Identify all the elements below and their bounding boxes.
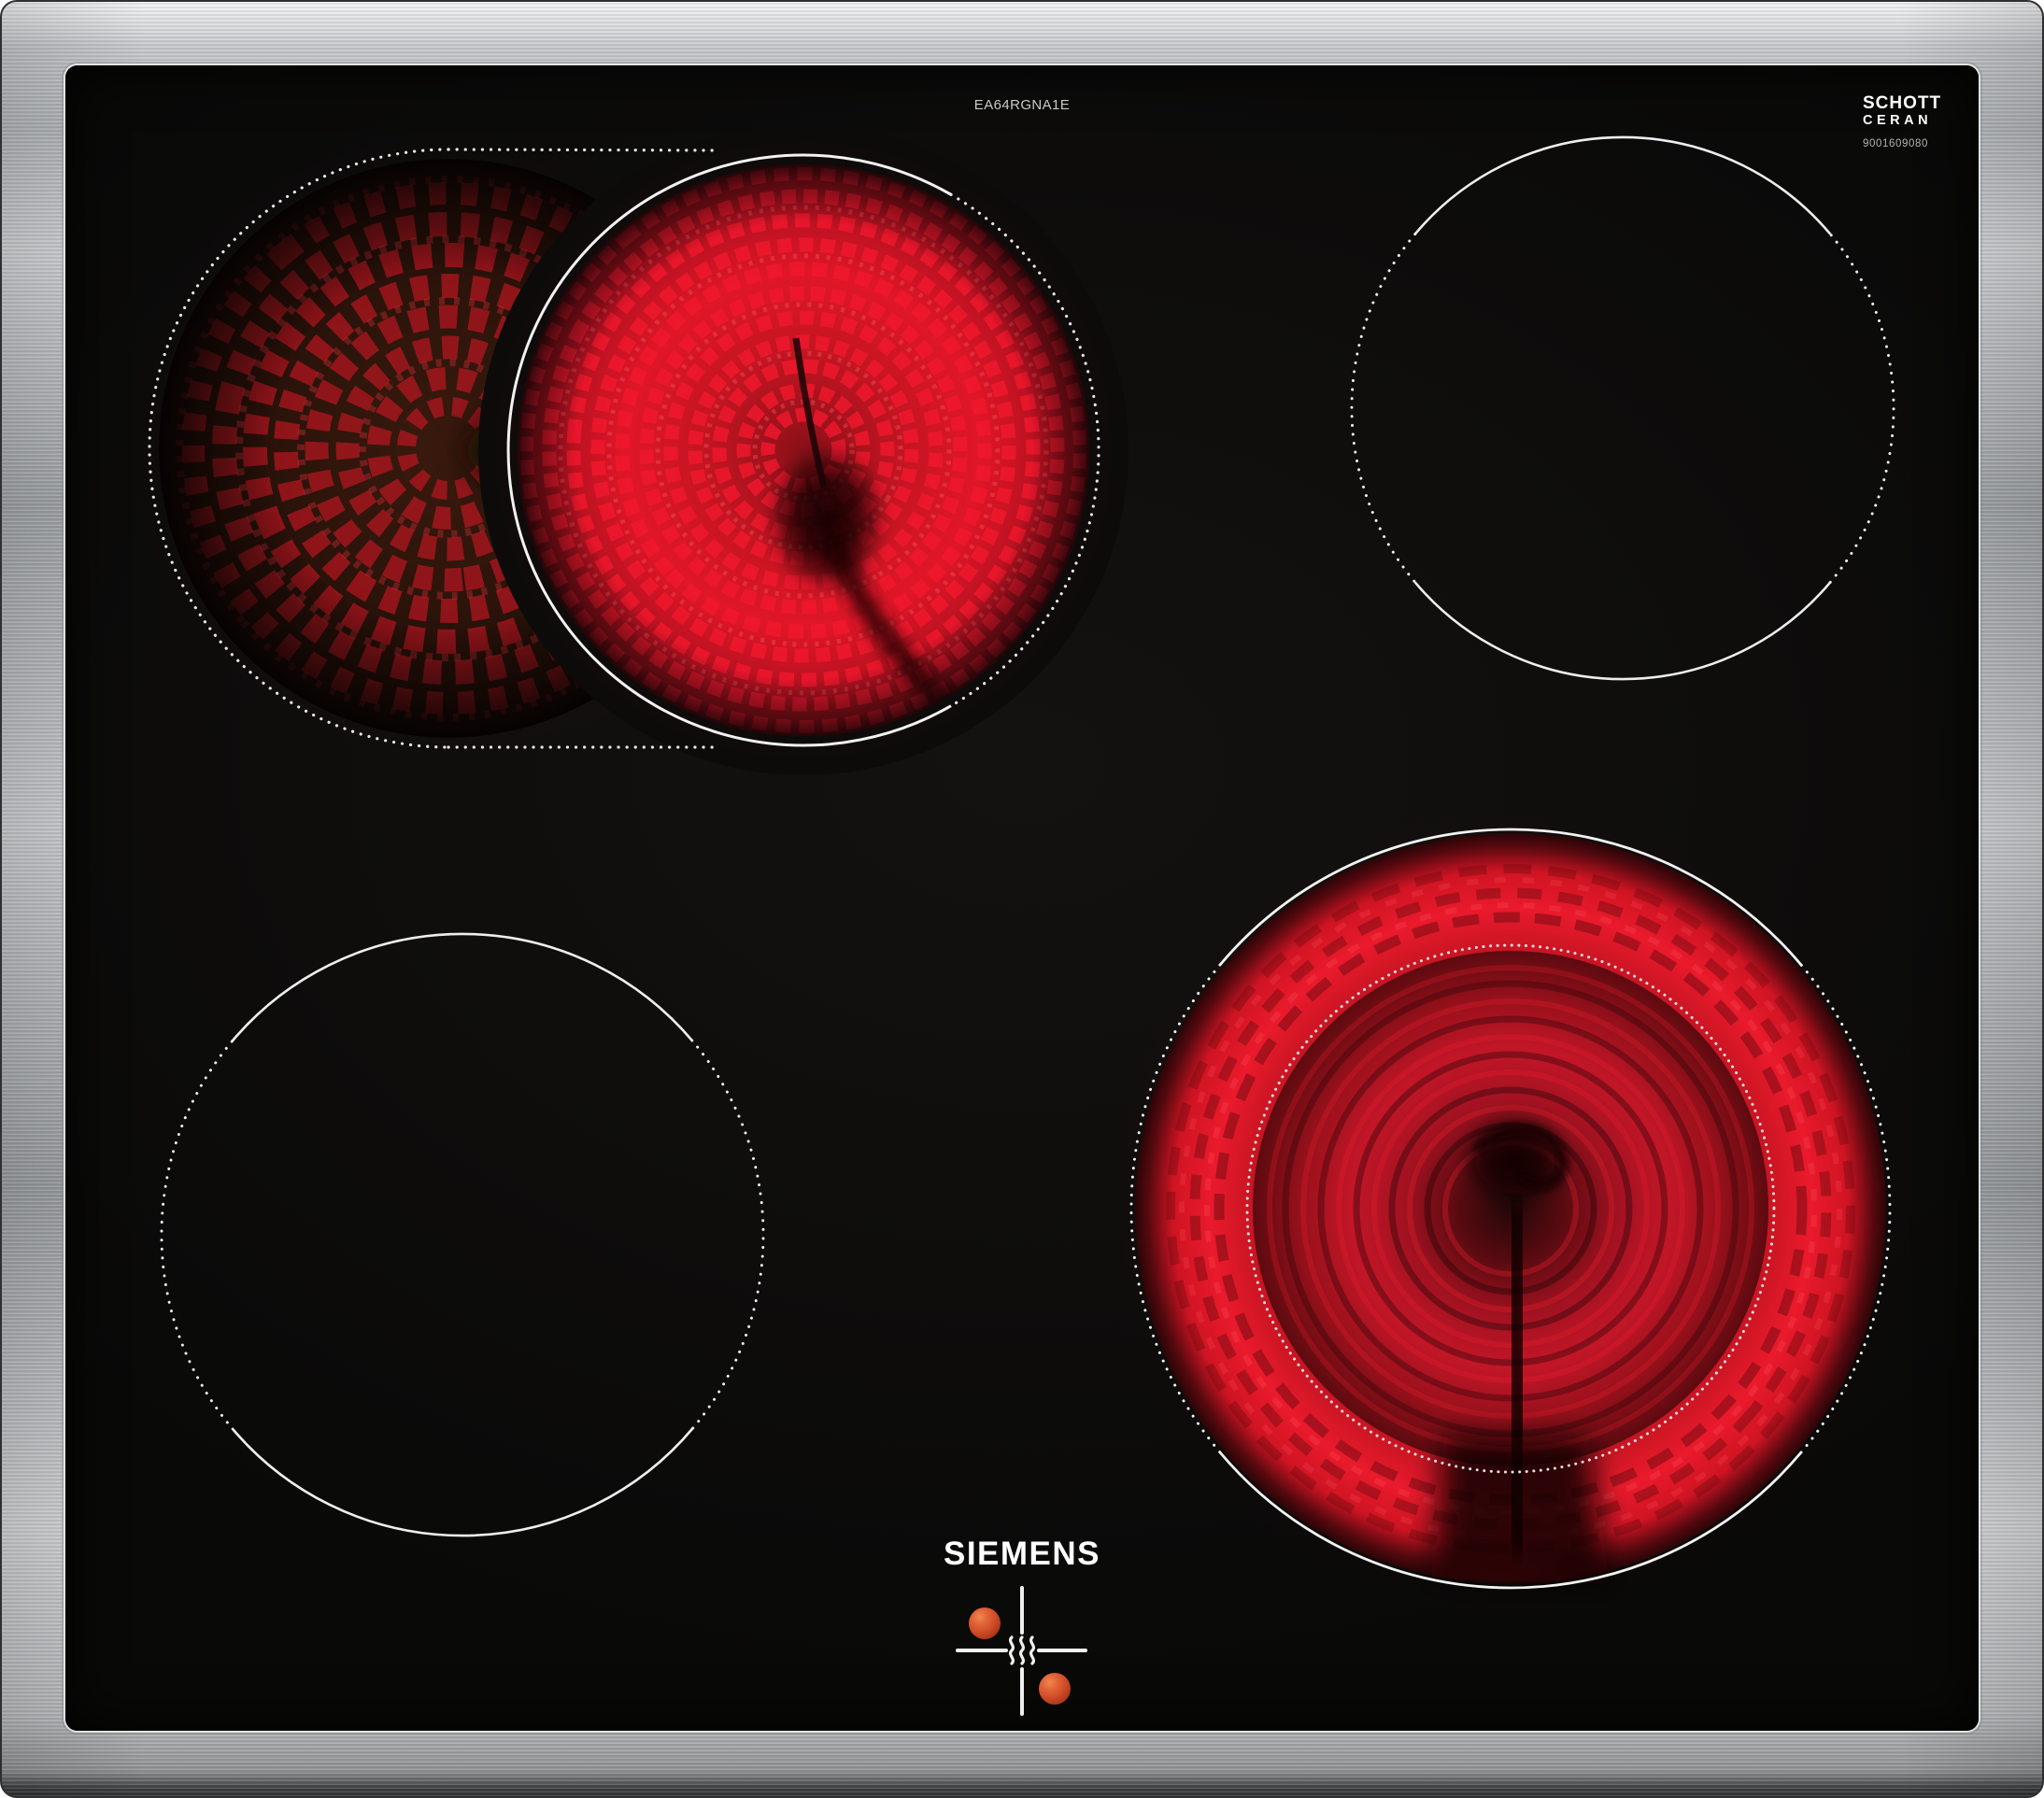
- residual-heat-dot-right: [1039, 1673, 1071, 1705]
- schott-logo-line1: SCHOTT: [1863, 93, 1942, 113]
- zone-outline-solid-top: [1413, 135, 1832, 235]
- ceramic-glass-surface: [65, 65, 1979, 1731]
- hob-product-photo: EA64RGNA1E SCHOTT CERAN 9001609080 SIEME…: [0, 0, 2044, 1798]
- zone-back-right: [1350, 135, 1895, 681]
- zone-front-right-dual: [1100, 798, 1922, 1620]
- glass-serial-number: 9001609080: [1863, 137, 1928, 149]
- siemens-logo: SIEMENS: [943, 1536, 1101, 1572]
- model-number-label: EA64RGNA1E: [973, 97, 1071, 113]
- zone-front-left: [160, 932, 765, 1537]
- zone-outline-solid-bottom: [231, 1427, 694, 1537]
- zone-back-left-dual: [126, 121, 1132, 779]
- zone-outline-solid-top: [231, 932, 694, 1042]
- zone-outline-solid-bottom: [1413, 581, 1832, 681]
- hob-zones-graphic: [126, 121, 1922, 1716]
- residual-heat-indicator: [956, 1586, 1087, 1716]
- schott-ceran-logo: SCHOTT CERAN 9001609080: [1863, 94, 1941, 149]
- zone-outline-dotted-left: [1350, 233, 1417, 584]
- schott-logo-line2: CERAN: [1863, 113, 1933, 128]
- zone-outline-dotted-left: [160, 1040, 234, 1430]
- heat-waves-icon: [1009, 1635, 1035, 1665]
- residual-heat-dot-left: [969, 1607, 1001, 1639]
- zone-outline-dotted-right: [1828, 233, 1895, 584]
- zone-outline-dotted-right: [691, 1040, 765, 1430]
